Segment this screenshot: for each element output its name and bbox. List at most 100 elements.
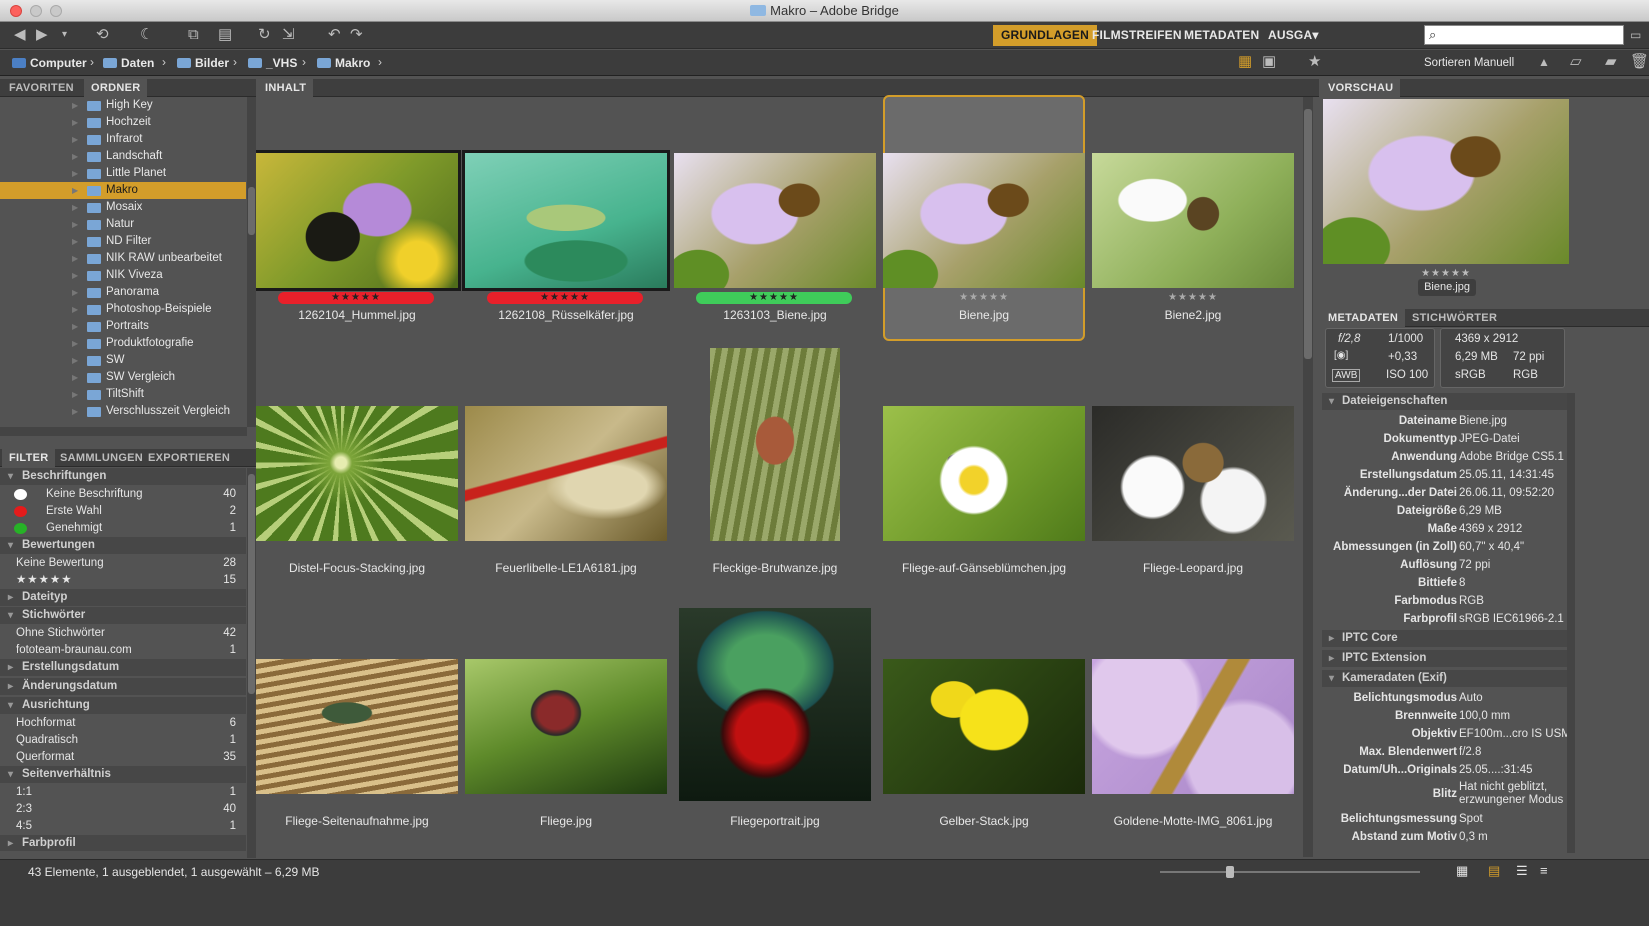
rotate-right-icon[interactable]: ↷ [350, 26, 363, 44]
folder-item[interactable]: ▶ Landschaft [0, 148, 246, 165]
filter-item[interactable]: Ohne Stichwörter 42 [0, 625, 246, 641]
filter-item[interactable]: Quadratisch 1 [0, 732, 246, 748]
thumbnail-filename[interactable]: Fliegeportrait.jpg [674, 814, 876, 828]
disclosure-triangle-icon[interactable]: ▶ [72, 386, 78, 403]
breadcrumb-computer[interactable]: Computer [12, 55, 87, 71]
disclosure-triangle-icon[interactable]: ▶ [72, 352, 78, 369]
workspace-metadaten[interactable]: METADATEN [1176, 25, 1267, 46]
preview-rating[interactable]: ★★★★★ [1323, 268, 1569, 279]
thumbnail-filename[interactable]: Goldene-Motte-IMG_8061.jpg [1092, 814, 1294, 828]
filter-header-stichwoerter[interactable]: Stichwörter [0, 607, 246, 624]
list-view-icon[interactable]: ≡ [1540, 862, 1548, 880]
output-icon[interactable]: ⇲ [282, 26, 295, 44]
metadata-row[interactable]: Änderung...der Datei 26.06.11, 09:52:20 [1322, 484, 1567, 502]
folder-item[interactable]: ▶ TiltShift [0, 386, 246, 403]
preview-image[interactable] [1323, 99, 1569, 264]
section-kameradaten[interactable]: Kameradaten (Exif) [1322, 670, 1567, 687]
disclosure-triangle-icon[interactable]: ▶ [72, 267, 78, 284]
thumbnail-cell[interactable]: Fliege-Leopard.jpg [1092, 348, 1294, 594]
folder-item[interactable]: ▶ Natur [0, 216, 246, 233]
filter-header-bewertungen[interactable]: Bewertungen [0, 537, 246, 554]
open-recent-icon[interactable]: ▱ [1570, 53, 1582, 71]
tab-vorschau[interactable]: VORSCHAU [1321, 79, 1401, 97]
content-scrollbar[interactable] [1303, 97, 1313, 857]
folder-item[interactable]: ▶ Produktfotografie [0, 335, 246, 352]
sort-dropdown[interactable]: Sortieren Manuell [1424, 55, 1514, 71]
metadata-row[interactable]: Dateiname Biene.jpg [1322, 412, 1567, 430]
metadata-scrollbar[interactable] [1567, 393, 1575, 853]
folder-scrollbar[interactable] [247, 97, 256, 427]
thumbnail-cell[interactable]: Fliege-auf-Gänseblümchen.jpg [883, 348, 1085, 594]
rotate-left-icon[interactable]: ↶ [328, 26, 341, 44]
reveal-recent-icon[interactable]: ⟲ [96, 26, 109, 44]
disclosure-triangle-icon[interactable]: ▶ [72, 97, 78, 114]
folder-scroll-thumb[interactable] [248, 187, 255, 235]
tab-metadaten[interactable]: METADATEN [1321, 309, 1406, 327]
content-scroll-thumb[interactable] [1304, 109, 1312, 359]
folder-item[interactable]: ▶ ND Filter [0, 233, 246, 250]
filter-header-erstellungsdatum[interactable]: Erstellungsdatum [0, 659, 246, 676]
slider-handle[interactable] [1226, 866, 1234, 878]
thumbnail-cell[interactable]: Fleckige-Brutwanze.jpg [674, 348, 876, 594]
thumbnail-image[interactable] [465, 406, 667, 541]
label-rating-bar[interactable]: ★★★★★ [696, 292, 852, 304]
disclosure-triangle-icon[interactable]: ▶ [72, 148, 78, 165]
disclosure-triangle-icon[interactable]: ▶ [72, 131, 78, 148]
folder-item[interactable]: ▶ NIK RAW unbearbeitet [0, 250, 246, 267]
workspace-more[interactable]: AUSGA▾ [1260, 25, 1327, 46]
label-rating-bar[interactable]: ★★★★★ [278, 292, 434, 304]
filter-item[interactable]: Keine Beschriftung 40 [0, 486, 246, 502]
disclosure-triangle-icon[interactable]: ▶ [72, 233, 78, 250]
section-dateieigenschaften[interactable]: Dateieigenschaften [1322, 393, 1567, 410]
metadata-row[interactable]: Abmessungen (in Zoll) 60,7" x 40,4" [1322, 538, 1567, 556]
camera-raw-icon[interactable]: ☾ [140, 26, 153, 44]
thumbnail-cell[interactable]: ★★★★★ Biene2.jpg [1092, 95, 1294, 341]
thumbnail-cell[interactable]: ★★★★★ 1262104_Hummel.jpg [256, 95, 461, 341]
thumbnail-cell[interactable]: Gelber-Stack.jpg [883, 601, 1085, 845]
thumbnail-image[interactable] [674, 153, 876, 288]
breadcrumb-bilder[interactable]: Bilder [177, 55, 229, 71]
thumbnail-cell[interactable]: Feuerlibelle-LE1A6181.jpg [465, 348, 667, 594]
disclosure-triangle-icon[interactable]: ▶ [72, 114, 78, 131]
filter-item[interactable]: Genehmigt 1 [0, 520, 246, 536]
tab-exportieren[interactable]: EXPORTIEREN [141, 449, 237, 467]
filter-item[interactable]: Erste Wahl 2 [0, 503, 246, 519]
thumbnail-image[interactable] [256, 659, 458, 794]
folder-item[interactable]: ▶ High Key [0, 97, 246, 114]
tab-filter[interactable]: FILTER [2, 449, 56, 467]
thumbnail-cell[interactable]: Fliegeportrait.jpg [674, 601, 876, 845]
filter-header-beschriftungen[interactable]: Beschriftungen [0, 468, 246, 485]
thumbnail-image[interactable] [679, 608, 871, 801]
rating-stars[interactable]: ★★★★★ [885, 292, 1083, 303]
filter-header-aenderungsdatum[interactable]: Änderungsdatum [0, 678, 246, 695]
forward-arrow-icon[interactable]: ▶ [36, 26, 48, 44]
details-view-icon[interactable]: ☰ [1516, 862, 1528, 880]
metadata-row[interactable]: Farbprofil sRGB IEC61966-2.1 [1322, 610, 1567, 628]
view-options-icon[interactable]: ▣ [1262, 53, 1276, 71]
tab-favoriten[interactable]: FAVORITEN [2, 79, 81, 97]
minimize-window-button[interactable] [30, 5, 42, 17]
metadata-row[interactable]: Brennweite 100,0 mm [1322, 707, 1567, 725]
breadcrumb-daten[interactable]: Daten [103, 55, 154, 71]
grid-lock-icon[interactable]: ▦ [1456, 862, 1468, 880]
thumbnail-size-slider[interactable] [1160, 866, 1420, 878]
filter-item[interactable]: fototeam-braunau.com 1 [0, 642, 246, 658]
metadata-row[interactable]: Abstand zum Motiv 0,3 m [1322, 828, 1567, 846]
thumbnail-filename[interactable]: Biene2.jpg [1092, 308, 1294, 322]
thumbnail-image[interactable] [710, 348, 840, 541]
folder-item[interactable]: ▶ Little Planet [0, 165, 246, 182]
folder-item[interactable]: ▶ NIK Viveza [0, 267, 246, 284]
workspace-grundlagen[interactable]: GRUNDLAGEN [993, 25, 1097, 46]
tab-sammlungen[interactable]: SAMMLUNGEN [53, 449, 150, 467]
thumbnail-cell[interactable]: Goldene-Motte-IMG_8061.jpg [1092, 601, 1294, 845]
metadata-row[interactable]: Erstellungsdatum 25.05.11, 14:31:45 [1322, 466, 1567, 484]
thumbnail-cell[interactable]: ★★★★★ 1262108_Rüsselkäfer.jpg [462, 95, 670, 341]
metadata-row[interactable]: Belichtungsmodus Auto [1322, 689, 1567, 707]
metadata-row[interactable]: Dokumenttyp JPEG-Datei [1322, 430, 1567, 448]
disclosure-triangle-icon[interactable]: ▶ [72, 182, 78, 199]
disclosure-triangle-icon[interactable]: ▶ [72, 165, 78, 182]
folder-item[interactable]: ▶ SW Vergleich [0, 369, 246, 386]
thumbnail-image[interactable] [883, 153, 1085, 288]
disclosure-triangle-icon[interactable]: ▶ [72, 199, 78, 216]
thumbnail-cell[interactable]: Fliege-Seitenaufnahme.jpg [256, 601, 458, 845]
